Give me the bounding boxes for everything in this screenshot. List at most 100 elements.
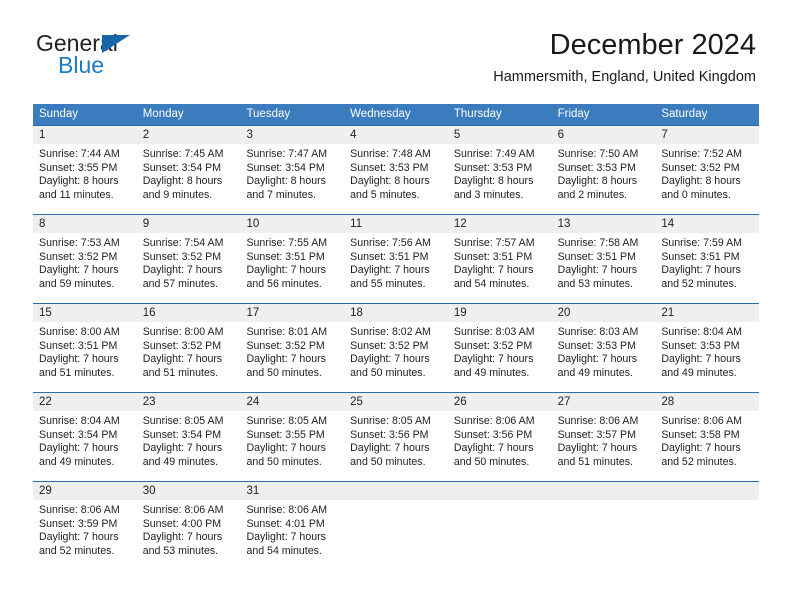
daylight-text-line2: and 54 minutes.: [246, 544, 322, 557]
day-cell[interactable]: 25 Sunrise: 8:05 AM Sunset: 3:56 PM Dayl…: [344, 393, 448, 481]
day-cell[interactable]: 16 Sunrise: 8:00 AM Sunset: 3:52 PM Dayl…: [136, 304, 241, 392]
daylight-text-line1: Daylight: 7 hours: [39, 442, 119, 455]
day-details: Sunrise: 8:00 AM Sunset: 3:52 PM Dayligh…: [137, 322, 241, 380]
day-details: Sunrise: 8:04 AM Sunset: 3:54 PM Dayligh…: [33, 411, 137, 469]
sunrise-text: Sunrise: 7:49 AM: [453, 148, 535, 160]
day-details: Sunrise: 8:02 AM Sunset: 3:52 PM Dayligh…: [344, 322, 448, 380]
sunset-text: Sunset: 3:51 PM: [39, 339, 118, 352]
day-number: 17: [240, 304, 345, 322]
day-details: Sunrise: 8:05 AM Sunset: 3:56 PM Dayligh…: [344, 411, 448, 469]
daylight-text-line1: Daylight: 7 hours: [142, 353, 223, 366]
sunset-text: Sunset: 3:54 PM: [246, 161, 325, 174]
sunset-text: Sunset: 3:56 PM: [350, 428, 429, 441]
daylight-text-line1: Daylight: 7 hours: [39, 264, 119, 277]
day-number: 11: [344, 215, 448, 233]
day-cell[interactable]: 12 Sunrise: 7:57 AM Sunset: 3:51 PM Dayl…: [447, 215, 552, 303]
day-cell[interactable]: 28 Sunrise: 8:06 AM Sunset: 3:58 PM Dayl…: [655, 393, 760, 481]
day-cell[interactable]: 19 Sunrise: 8:03 AM Sunset: 3:52 PM Dayl…: [447, 304, 552, 392]
day-cell[interactable]: 18 Sunrise: 8:02 AM Sunset: 3:52 PM Dayl…: [344, 304, 448, 392]
week-row: 1 Sunrise: 7:44 AM Sunset: 3:55 PM Dayli…: [33, 125, 760, 214]
day-cell[interactable]: 30 Sunrise: 8:06 AM Sunset: 4:00 PM Dayl…: [136, 482, 241, 570]
day-number: 26: [447, 393, 552, 411]
sunset-text: Sunset: 3:51 PM: [661, 250, 740, 263]
day-cell[interactable]: 14 Sunrise: 7:59 AM Sunset: 3:51 PM Dayl…: [655, 215, 760, 303]
day-cell-empty: [344, 482, 448, 570]
general-blue-logo[interactable]: General Blue: [36, 30, 276, 82]
sunrise-text: Sunrise: 7:48 AM: [350, 148, 431, 160]
sunset-text: Sunset: 3:56 PM: [453, 428, 533, 441]
day-cell[interactable]: 17 Sunrise: 8:01 AM Sunset: 3:52 PM Dayl…: [240, 304, 345, 392]
day-cell-empty: [447, 482, 552, 570]
daylight-text-line1: Daylight: 8 hours: [39, 175, 119, 188]
day-details: Sunrise: 7:52 AM Sunset: 3:52 PM Dayligh…: [655, 144, 759, 202]
day-cell[interactable]: 29 Sunrise: 8:06 AM Sunset: 3:59 PM Dayl…: [33, 482, 137, 570]
day-cell[interactable]: 10 Sunrise: 7:55 AM Sunset: 3:51 PM Dayl…: [240, 215, 345, 303]
day-cell[interactable]: 2 Sunrise: 7:45 AM Sunset: 3:54 PM Dayli…: [136, 126, 241, 214]
sunset-text: Sunset: 3:54 PM: [142, 161, 222, 174]
sunset-text: Sunset: 3:57 PM: [557, 428, 636, 441]
sunset-text: Sunset: 3:59 PM: [39, 517, 118, 530]
daylight-text-line2: and 0 minutes.: [661, 188, 731, 201]
sunrise-text: Sunrise: 7:45 AM: [142, 148, 224, 160]
blue-triangle-icon: [102, 35, 130, 53]
day-cell[interactable]: 15 Sunrise: 8:00 AM Sunset: 3:51 PM Dayl…: [33, 304, 137, 392]
day-cell[interactable]: 21 Sunrise: 8:04 AM Sunset: 3:53 PM Dayl…: [655, 304, 760, 392]
day-cell[interactable]: 24 Sunrise: 8:05 AM Sunset: 3:55 PM Dayl…: [240, 393, 345, 481]
daylight-text-line2: and 59 minutes.: [39, 277, 115, 290]
day-cell[interactable]: 31 Sunrise: 8:06 AM Sunset: 4:01 PM Dayl…: [240, 482, 345, 570]
day-cell[interactable]: 26 Sunrise: 8:06 AM Sunset: 3:56 PM Dayl…: [447, 393, 552, 481]
day-details: Sunrise: 7:49 AM Sunset: 3:53 PM Dayligh…: [448, 144, 552, 202]
daylight-text-line1: Daylight: 8 hours: [246, 175, 326, 188]
daylight-text-line1: Daylight: 8 hours: [350, 175, 430, 188]
weekday-header-thursday: Thursday: [453, 108, 502, 120]
daylight-text-line2: and 54 minutes.: [453, 277, 530, 290]
day-cell[interactable]: 6 Sunrise: 7:50 AM Sunset: 3:53 PM Dayli…: [551, 126, 656, 214]
weekday-header-wednesday: Wednesday: [350, 108, 411, 120]
sunset-text: Sunset: 3:52 PM: [350, 339, 429, 352]
day-cell[interactable]: 3 Sunrise: 7:47 AM Sunset: 3:54 PM Dayli…: [240, 126, 345, 214]
sunrise-text: Sunrise: 7:57 AM: [453, 237, 535, 249]
day-cell[interactable]: 11 Sunrise: 7:56 AM Sunset: 3:51 PM Dayl…: [344, 215, 448, 303]
sunrise-text: Sunrise: 8:06 AM: [246, 504, 328, 516]
daylight-text-line1: Daylight: 8 hours: [453, 175, 534, 188]
sunset-text: Sunset: 4:01 PM: [246, 517, 325, 530]
daylight-text-line1: Daylight: 7 hours: [142, 442, 223, 455]
day-cell[interactable]: 20 Sunrise: 8:03 AM Sunset: 3:53 PM Dayl…: [551, 304, 656, 392]
daylight-text-line1: Daylight: 7 hours: [557, 442, 638, 455]
day-number: 6: [551, 126, 656, 144]
sunrise-text: Sunrise: 8:01 AM: [246, 326, 328, 338]
sunset-text: Sunset: 3:53 PM: [661, 339, 740, 352]
day-details: Sunrise: 7:47 AM Sunset: 3:54 PM Dayligh…: [240, 144, 344, 202]
sunset-text: Sunset: 3:55 PM: [246, 428, 325, 441]
day-number: 30: [136, 482, 241, 500]
sunset-text: Sunset: 3:52 PM: [142, 339, 222, 352]
day-number: 27: [551, 393, 656, 411]
daylight-text-line2: and 57 minutes.: [142, 277, 219, 290]
day-number: 4: [344, 126, 448, 144]
day-cell[interactable]: 13 Sunrise: 7:58 AM Sunset: 3:51 PM Dayl…: [551, 215, 656, 303]
daylight-text-line1: Daylight: 7 hours: [350, 264, 430, 277]
day-details: Sunrise: 8:03 AM Sunset: 3:52 PM Dayligh…: [448, 322, 552, 380]
day-cell[interactable]: 8 Sunrise: 7:53 AM Sunset: 3:52 PM Dayli…: [33, 215, 137, 303]
day-cell[interactable]: 1 Sunrise: 7:44 AM Sunset: 3:55 PM Dayli…: [33, 126, 137, 214]
day-cell[interactable]: 23 Sunrise: 8:05 AM Sunset: 3:54 PM Dayl…: [136, 393, 241, 481]
daylight-text-line1: Daylight: 8 hours: [142, 175, 223, 188]
daylight-text-line1: Daylight: 7 hours: [557, 353, 638, 366]
day-details: Sunrise: 7:48 AM Sunset: 3:53 PM Dayligh…: [344, 144, 448, 202]
day-number: 23: [136, 393, 241, 411]
day-details: Sunrise: 7:53 AM Sunset: 3:52 PM Dayligh…: [33, 233, 137, 291]
sunset-text: Sunset: 3:53 PM: [557, 161, 636, 174]
day-number: 18: [344, 304, 448, 322]
daylight-text-line2: and 56 minutes.: [246, 277, 322, 290]
day-cell[interactable]: 5 Sunrise: 7:49 AM Sunset: 3:53 PM Dayli…: [447, 126, 552, 214]
daylight-text-line1: Daylight: 7 hours: [246, 353, 326, 366]
day-details: [448, 500, 552, 504]
sunrise-text: Sunrise: 8:05 AM: [350, 415, 431, 427]
day-cell[interactable]: 22 Sunrise: 8:04 AM Sunset: 3:54 PM Dayl…: [33, 393, 137, 481]
daylight-text-line2: and 49 minutes.: [453, 366, 530, 379]
day-cell[interactable]: 4 Sunrise: 7:48 AM Sunset: 3:53 PM Dayli…: [344, 126, 448, 214]
day-cell[interactable]: 27 Sunrise: 8:06 AM Sunset: 3:57 PM Dayl…: [551, 393, 656, 481]
day-cell[interactable]: 9 Sunrise: 7:54 AM Sunset: 3:52 PM Dayli…: [136, 215, 241, 303]
sunrise-text: Sunrise: 8:00 AM: [142, 326, 224, 338]
day-cell[interactable]: 7 Sunrise: 7:52 AM Sunset: 3:52 PM Dayli…: [655, 126, 760, 214]
